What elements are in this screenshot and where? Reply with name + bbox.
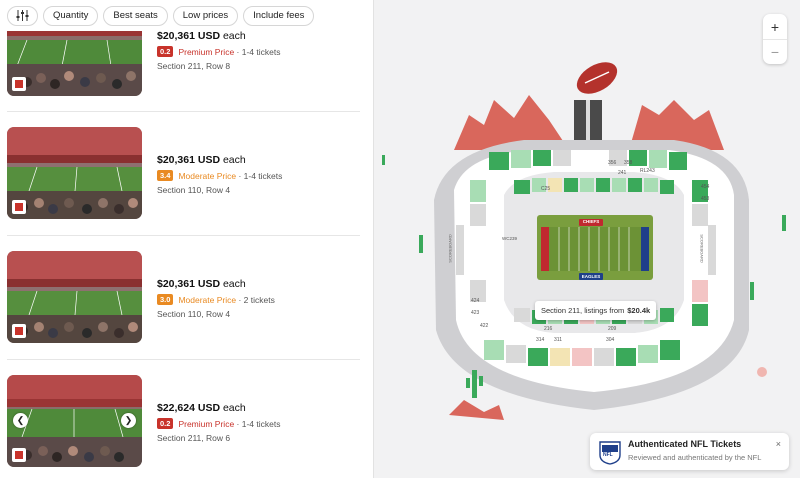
divider xyxy=(7,235,360,236)
field-endzone-top-label: CHIEFS xyxy=(582,219,600,224)
chevron-right-icon[interactable]: ❯ xyxy=(121,413,136,428)
zoom-controls: + − xyxy=(763,14,787,64)
zoom-out-button[interactable]: − xyxy=(763,39,787,64)
scoreboard-right-label: SCOREBOARD xyxy=(699,234,705,263)
listing-price: $20,361 USD each xyxy=(157,30,246,42)
stadium-photo-image xyxy=(7,251,142,343)
seat-map[interactable]: CHIEFS EAGLES SCOREBOARD SCOREBOARD 356 … xyxy=(373,0,800,478)
field-endzone-bottom-label: EAGLES xyxy=(581,274,601,279)
tooltip-text: Section 211, listings from xyxy=(541,306,625,315)
authenticated-tickets-toast: NFL Authenticated NFL Tickets Reviewed a… xyxy=(590,433,789,470)
nfl-badge-icon xyxy=(12,77,26,91)
section-label: 304 xyxy=(606,337,615,343)
toast-title: Authenticated NFL Tickets xyxy=(628,439,742,449)
section-row-label: Section 211, Row 8 xyxy=(157,61,231,71)
divider xyxy=(7,359,360,360)
divider xyxy=(7,111,360,112)
ticket-quantity: 1-4 tickets xyxy=(241,418,281,429)
listing-card[interactable]: $20,361 USD each 3.4 Moderate Price · 1-4… xyxy=(7,127,360,221)
listing-photo xyxy=(7,251,142,343)
filter-settings-button[interactable] xyxy=(7,5,38,26)
price-tier-label: Premium Price xyxy=(178,46,235,57)
listing-photo xyxy=(7,127,142,219)
chevron-left-icon[interactable]: ❮ xyxy=(13,413,28,428)
quantity-filter-button[interactable]: Quantity xyxy=(43,5,99,26)
toast-logo-text: NFL xyxy=(603,452,613,458)
section-row-label: Section 110, Row 4 xyxy=(157,185,231,195)
section-label: 314 xyxy=(536,337,545,343)
section-label: 424 xyxy=(471,298,480,304)
section-row-label: Section 110, Row 4 xyxy=(157,309,231,319)
listing-card[interactable]: ❮ ❯ $22,624 USD each 0.2 Premium Price · … xyxy=(7,375,360,469)
price-tier-label: Premium Price xyxy=(178,418,235,429)
sliders-icon xyxy=(16,10,29,21)
listing-card[interactable]: $20,361 USD each 3.0 Moderate Price · 2 t… xyxy=(7,251,360,345)
deal-score-badge: 3.0 xyxy=(157,294,174,305)
section-label: 358 xyxy=(624,160,633,166)
stadium-map-graphic xyxy=(382,62,786,420)
section-label: 311 xyxy=(554,337,562,343)
section-label: 209 xyxy=(608,326,617,332)
section-label: 356 xyxy=(608,160,617,166)
section-label: 454 xyxy=(701,184,710,190)
deal-score-badge: 0.2 xyxy=(157,46,174,57)
section-label: WC239 xyxy=(502,236,518,241)
stadium-photo-image xyxy=(7,127,142,219)
listing-price: $20,361 USD each xyxy=(157,154,246,166)
section-row-label: Section 211, Row 6 xyxy=(157,433,231,443)
section-label: 423 xyxy=(471,310,480,316)
deal-score-badge: 0.2 xyxy=(157,418,174,429)
ticket-quantity: 1-4 tickets xyxy=(241,46,281,57)
nfl-badge-icon xyxy=(12,324,26,338)
listings-panel: $20,361 USD each 0.2 Premium Price · 1-4 … xyxy=(0,0,373,478)
nfl-badge-icon xyxy=(12,448,26,462)
section-label: 422 xyxy=(480,323,489,329)
price-tier-label: Moderate Price xyxy=(178,170,237,181)
deal-score-badge: 3.4 xyxy=(157,170,174,181)
section-label: C25 xyxy=(541,186,551,192)
tooltip-price: $20.4k xyxy=(627,306,651,315)
low-prices-filter-button[interactable]: Low prices xyxy=(172,5,239,26)
listing-price: $22,624 USD each xyxy=(157,402,246,414)
section-label: 216 xyxy=(544,326,553,332)
include-fees-toggle[interactable]: Include fees xyxy=(243,5,315,26)
listing-photo: ❮ ❯ xyxy=(7,375,142,467)
ticket-quantity: 1-4 tickets xyxy=(243,170,283,181)
section-label: RL243 xyxy=(640,168,655,174)
price-tier-label: Moderate Price xyxy=(178,294,237,305)
filter-bar: Quantity Best seats Low prices Include f… xyxy=(0,0,373,31)
ticket-quantity: 2 tickets xyxy=(243,294,275,305)
nfl-badge-icon xyxy=(12,200,26,214)
listing-price: $20,361 USD each xyxy=(157,278,246,290)
section-tooltip: Section 211, listings from $20.4k xyxy=(535,301,657,320)
section-label: 453 xyxy=(701,196,710,202)
close-icon[interactable]: × xyxy=(776,439,781,449)
best-seats-filter-button[interactable]: Best seats xyxy=(103,5,168,26)
scoreboard-left-label: SCOREBOARD xyxy=(447,234,453,263)
zoom-in-button[interactable]: + xyxy=(763,14,787,39)
section-label: 241 xyxy=(618,170,627,176)
toast-subtitle: Reviewed and authenticated by the NFL xyxy=(628,453,762,462)
